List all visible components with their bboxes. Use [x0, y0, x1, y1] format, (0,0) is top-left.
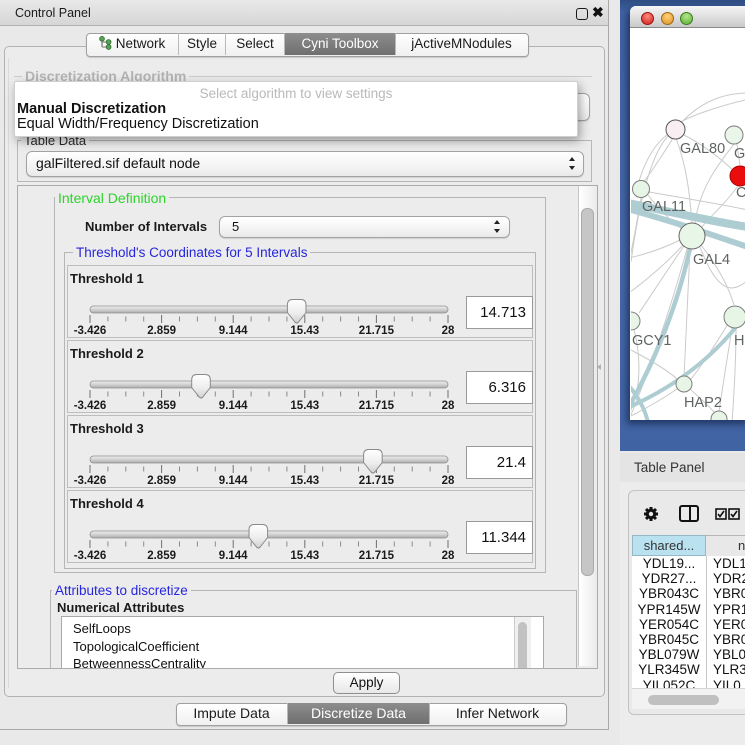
svg-text:2.859: 2.859 [147, 400, 176, 412]
svg-text:28: 28 [442, 475, 455, 487]
svg-text:C: C [736, 185, 745, 201]
svg-text:H: H [734, 333, 744, 349]
svg-text:15.43: 15.43 [290, 550, 319, 562]
svg-text:GA: GA [734, 146, 745, 162]
svg-text:21.715: 21.715 [359, 325, 395, 337]
svg-text:HAP2: HAP2 [684, 395, 722, 411]
svg-text:28: 28 [442, 550, 455, 562]
svg-text:2.859: 2.859 [147, 550, 176, 562]
svg-text:2.859: 2.859 [147, 475, 176, 487]
svg-text:-3.426: -3.426 [74, 550, 107, 562]
svg-text:-3.426: -3.426 [74, 400, 107, 412]
svg-text:GAL4: GAL4 [693, 252, 730, 268]
svg-text:9.144: 9.144 [219, 475, 248, 487]
svg-text:15.43: 15.43 [290, 400, 319, 412]
svg-text:GAL11: GAL11 [642, 199, 686, 215]
svg-text:15.43: 15.43 [290, 475, 319, 487]
svg-text:9.144: 9.144 [219, 325, 248, 337]
svg-text:9.144: 9.144 [219, 550, 248, 562]
svg-text:28: 28 [442, 325, 455, 337]
svg-text:2.859: 2.859 [147, 325, 176, 337]
svg-text:15.43: 15.43 [290, 325, 319, 337]
svg-text:21.715: 21.715 [359, 550, 395, 562]
svg-text:21.715: 21.715 [359, 475, 395, 487]
svg-text:-3.426: -3.426 [74, 325, 107, 337]
svg-text:-3.426: -3.426 [74, 475, 107, 487]
svg-text:GCY1: GCY1 [632, 333, 672, 349]
svg-text:28: 28 [442, 400, 455, 412]
svg-text:9.144: 9.144 [219, 400, 248, 412]
svg-text:GAL80: GAL80 [680, 141, 725, 157]
svg-text:21.715: 21.715 [359, 400, 395, 412]
